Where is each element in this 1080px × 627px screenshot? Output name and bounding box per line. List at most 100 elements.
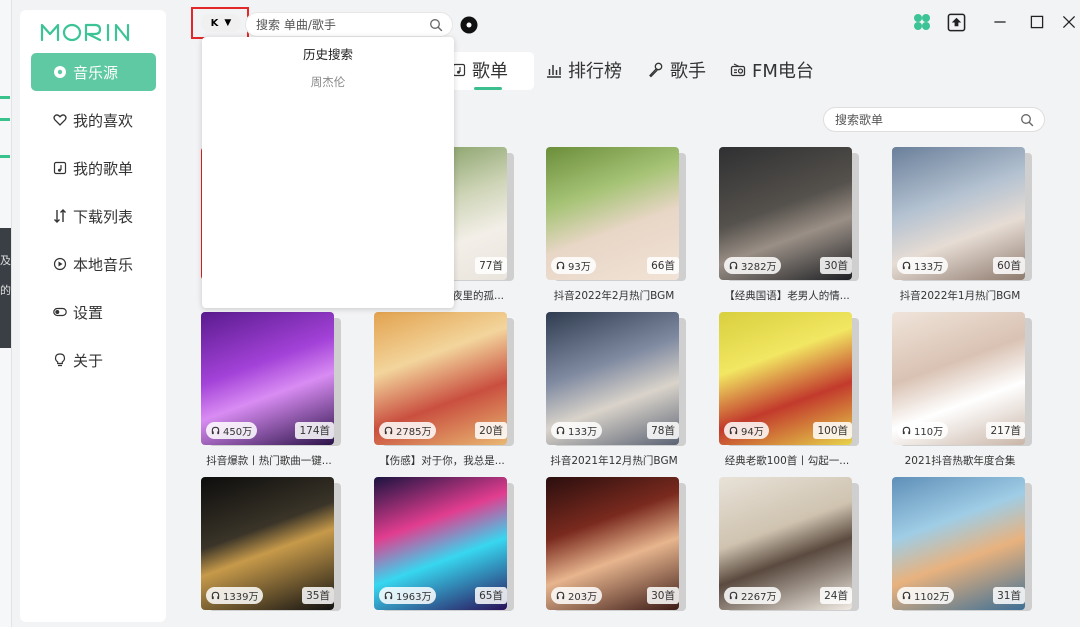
- sidebar-item-music-source[interactable]: 音乐源: [31, 53, 156, 91]
- sidebar-item-label: 关于: [73, 351, 104, 370]
- tab-label: 歌手: [670, 61, 706, 82]
- play-count: 2267万: [741, 592, 777, 603]
- chart-icon: [546, 62, 562, 78]
- playlist-card[interactable]: 94万 100首经典老歌100首丨勾起一...: [719, 312, 859, 472]
- sidebar-item-label: 我的歌单: [73, 159, 134, 178]
- track-count-badge: 35首: [302, 587, 334, 604]
- search-icon[interactable]: [429, 18, 443, 32]
- headphone-icon: [556, 591, 565, 600]
- headphone-icon: [902, 261, 911, 270]
- play-count: 450万: [223, 427, 253, 438]
- tab-playlists[interactable]: 歌单: [452, 52, 508, 90]
- headphone-icon: [902, 426, 911, 435]
- tab-fm-radio[interactable]: FM电台: [730, 52, 814, 88]
- playlist-search-box[interactable]: [823, 107, 1045, 132]
- source-label: K: [210, 17, 219, 29]
- playlist-card[interactable]: 1102万 31首: [892, 477, 1032, 627]
- play-count-badge: 450万: [206, 422, 258, 439]
- sidebar-item-label: 下载列表: [73, 207, 134, 226]
- settings-toggle-icon: [53, 305, 67, 319]
- source-pill[interactable]: K ▼: [201, 14, 241, 32]
- playlist-card[interactable]: 203万 30首: [546, 477, 686, 627]
- headphone-icon: [556, 426, 565, 435]
- play-count: 2785万: [396, 427, 432, 438]
- playlist-card[interactable]: 133万 78首抖音2021年12月热门BGM: [546, 312, 686, 472]
- playlist-card[interactable]: 2267万 24首: [719, 477, 859, 627]
- minimize-icon[interactable]: [990, 12, 1010, 32]
- playlist-card[interactable]: 110万 217首 2021抖音热歌年度合集: [892, 312, 1032, 472]
- headphone-icon: [384, 426, 393, 435]
- track-count-badge: 100首: [813, 422, 852, 439]
- playlist-icon: [53, 161, 67, 175]
- play-count-badge: 3282万: [724, 257, 782, 274]
- headphone-icon: [729, 261, 738, 270]
- play-count: 110万: [914, 427, 944, 438]
- search-history-dropdown: 历史搜索 周杰伦: [202, 37, 454, 308]
- playlist-card[interactable]: 1963万 65首: [374, 477, 514, 627]
- sidebar-item-label: 本地音乐: [73, 255, 134, 274]
- playlist-card[interactable]: 93万 66首抖音2022年2月热门BGM: [546, 147, 686, 307]
- sidebar-item-favorites[interactable]: 我的喜欢: [31, 101, 156, 139]
- local-music-icon: [53, 257, 67, 271]
- play-count-badge: 110万: [897, 422, 949, 439]
- clover-icon[interactable]: [912, 12, 932, 32]
- heart-icon: [53, 113, 67, 127]
- playlist-card[interactable]: 3282万 30首 【经典国语】老男人的情...: [719, 147, 859, 307]
- tab-singers[interactable]: 歌手: [648, 52, 706, 88]
- song-search-input[interactable]: [256, 17, 424, 33]
- sidebar-item-about[interactable]: 关于: [31, 341, 156, 379]
- sidebar-item-label: 我的喜欢: [73, 111, 134, 130]
- play-count-badge: 1963万: [379, 587, 437, 604]
- headphone-icon: [556, 261, 565, 270]
- search-icon[interactable]: [1020, 113, 1034, 127]
- play-count-badge: 1339万: [206, 587, 264, 604]
- playlist-card[interactable]: 1339万 35首: [201, 477, 341, 627]
- play-count: 1102万: [914, 592, 950, 603]
- close-icon[interactable]: [1059, 12, 1079, 32]
- track-count-badge: 78首: [647, 422, 679, 439]
- playlist-title[interactable]: 抖音2022年2月热门BGM: [546, 288, 682, 303]
- tab-label: FM电台: [752, 61, 814, 82]
- radio-icon: [730, 62, 746, 78]
- play-count-badge: 94万: [724, 422, 769, 439]
- track-count-badge: 65首: [475, 587, 507, 604]
- sidebar-item-label: 音乐源: [73, 63, 119, 82]
- playlist-card[interactable]: 133万 60首 抖音2022年1月热门BGM: [892, 147, 1032, 307]
- playlist-title[interactable]: 抖音2022年1月热门BGM: [892, 288, 1028, 303]
- playlist-title[interactable]: 【经典国语】老男人的情...: [719, 288, 855, 303]
- playlist-title[interactable]: 抖音2021年12月热门BGM: [546, 453, 682, 468]
- playlist-title[interactable]: 经典老歌100首丨勾起一...: [719, 453, 855, 468]
- search-history-item[interactable]: 周杰伦: [202, 74, 454, 90]
- tab-charts[interactable]: 排行榜: [546, 52, 622, 88]
- sidebar-item-my-playlists[interactable]: 我的歌单: [31, 149, 156, 187]
- playlist-title[interactable]: 抖音爆款丨热门歌曲一键...: [201, 453, 337, 468]
- playlist-card[interactable]: 2785万 20首 【伤感】对于你，我总是...: [374, 312, 514, 472]
- track-count-badge: 31首: [993, 587, 1025, 604]
- headphone-icon: [211, 426, 220, 435]
- headphone-icon: [729, 426, 738, 435]
- headphone-icon: [211, 591, 220, 600]
- play-count: 133万: [568, 427, 598, 438]
- music-source-selector[interactable]: K ▼: [191, 7, 249, 39]
- disc-icon[interactable]: [460, 16, 478, 34]
- song-search-box[interactable]: [245, 12, 453, 37]
- playlist-card[interactable]: 450万 174首 抖音爆款丨热门歌曲一键...: [201, 312, 341, 472]
- sidebar-item-local-music[interactable]: 本地音乐: [31, 245, 156, 283]
- search-history-title: 历史搜索: [302, 47, 353, 62]
- upload-skin-icon[interactable]: [946, 12, 966, 32]
- maximize-icon[interactable]: [1027, 12, 1047, 32]
- playlist-search-input[interactable]: [835, 112, 1015, 128]
- playlist-title[interactable]: 2021抖音热歌年度合集: [892, 453, 1028, 468]
- sidebar: 音乐源 我的喜欢 我的歌单 下载列表 本地音乐 设置 关于: [20, 10, 166, 622]
- bg-decor: [0, 118, 10, 121]
- track-count-badge: 66首: [647, 257, 679, 274]
- play-count-badge: 93万: [551, 257, 596, 274]
- sidebar-item-downloads[interactable]: 下载列表: [31, 197, 156, 235]
- headphone-icon: [902, 591, 911, 600]
- playlist-title[interactable]: 【伤感】对于你，我总是...: [374, 453, 510, 468]
- download-icon: [53, 209, 67, 223]
- play-count: 94万: [741, 427, 764, 438]
- play-count: 133万: [914, 262, 944, 273]
- sidebar-item-settings[interactable]: 设置: [31, 293, 156, 331]
- play-count-badge: 133万: [897, 257, 949, 274]
